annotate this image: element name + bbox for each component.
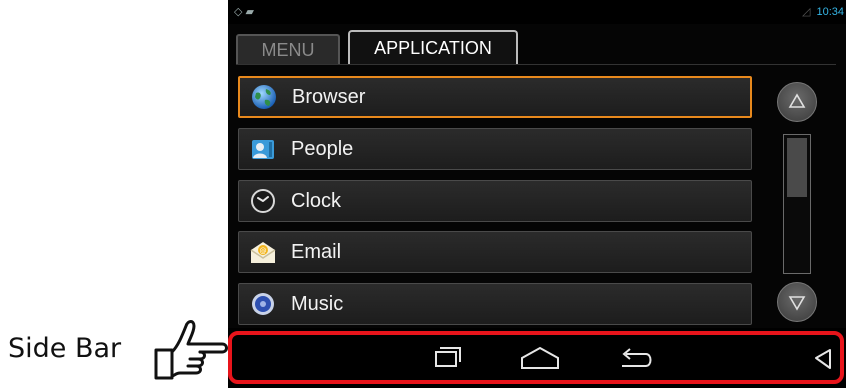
list-item-clock[interactable]: Clock [238, 180, 752, 222]
clock-icon [251, 189, 275, 213]
list-item-browser[interactable]: Browser [238, 76, 752, 118]
tab-underline [236, 64, 836, 65]
app-label: Email [291, 240, 342, 263]
side-bar-annotation-label: Side Bar [8, 333, 122, 364]
scroll-down-button[interactable] [777, 282, 817, 322]
scrollbar-thumb[interactable] [787, 138, 807, 197]
list-item-music[interactable]: Music [238, 283, 752, 325]
envelope-icon: @ [250, 242, 276, 263]
svg-text:@: @ [260, 247, 267, 255]
triangle-down-icon [788, 296, 806, 311]
status-clock: ◿ 10:34 [802, 6, 844, 18]
app-label: Browser [292, 85, 366, 108]
tab-menu[interactable]: MENU [236, 34, 340, 64]
app-label: Clock [291, 189, 342, 212]
tab-bar: MENU APPLICATION [236, 30, 836, 64]
scrollbar-track[interactable] [783, 134, 811, 274]
status-bar: ◇ ▰ ◿ 10:34 [228, 0, 846, 24]
signal-icon: ◿ [802, 6, 811, 18]
device-screen: ◇ ▰ ◿ 10:34 MENU APPLICATION Browser Peop… [228, 0, 846, 388]
tab-application[interactable]: APPLICATION [348, 30, 518, 64]
app-label: People [291, 137, 354, 160]
app-label: Music [291, 292, 344, 315]
list-item-people[interactable]: People [238, 128, 752, 170]
music-disc-icon [252, 293, 274, 315]
contacts-icon [252, 140, 274, 159]
globe-icon [252, 85, 276, 109]
triangle-up-icon [788, 93, 806, 108]
list-item-email[interactable]: @ Email [238, 231, 752, 273]
pointing-hand-icon [154, 320, 228, 380]
notification-icons: ◇ ▰ [234, 6, 254, 18]
scroll-up-button[interactable] [777, 82, 817, 122]
side-bar-highlight-frame [228, 331, 844, 384]
